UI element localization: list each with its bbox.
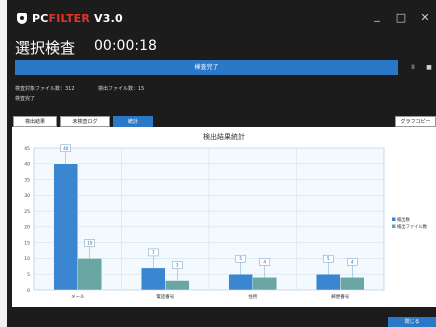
data-label: 4: [351, 259, 354, 264]
legend-swatch: [392, 217, 396, 221]
x-tick-label: メール: [71, 295, 85, 300]
minimize-icon[interactable]: _: [370, 9, 384, 22]
statistics-chart: 検出結果統計051015202530354045メール4010電話番号73住所5…: [24, 132, 428, 300]
bar: [228, 274, 253, 291]
chart-title: 検出結果統計: [203, 132, 245, 141]
bar: [252, 277, 277, 291]
close-icon[interactable]: ✕: [418, 11, 432, 24]
graph-copy-button[interactable]: グラフコピー: [395, 116, 436, 127]
target-file-count: 検査対象ファイル数：312: [15, 86, 75, 92]
y-tick-label: 5: [27, 272, 30, 278]
pause-button[interactable]: II: [404, 60, 422, 75]
title-bar: PCFILTER V3.0 _ □ ✕: [7, 0, 436, 32]
y-tick-label: 10: [24, 256, 30, 262]
legend-label: 検出ファイル数: [397, 223, 428, 230]
tab-unscanned-log[interactable]: 未検査ログ: [60, 116, 110, 127]
scan-status: 検査完了: [15, 96, 36, 102]
y-tick-label: 20: [24, 225, 30, 231]
y-tick-label: 35: [24, 177, 30, 183]
x-tick-label: 郵便番号: [331, 293, 349, 300]
window-edge: [0, 0, 7, 327]
legend-label: 検出数: [397, 216, 411, 223]
app-window: PCFILTER V3.0 _ □ ✕ 選択検査 00:00:18 検査完了 II…: [0, 0, 436, 327]
brand-pc: PC: [32, 12, 49, 25]
page-title: 選択検査: [15, 39, 76, 57]
stop-button[interactable]: ■: [422, 60, 436, 75]
y-tick-label: 0: [27, 288, 30, 294]
data-label: 3: [176, 263, 179, 268]
data-label: 40: [63, 146, 69, 151]
y-tick-label: 15: [24, 240, 30, 246]
close-button[interactable]: 閉じる: [388, 317, 436, 327]
progress-label: 検査完了: [194, 64, 219, 71]
bar: [53, 163, 78, 291]
maximize-icon[interactable]: □: [394, 11, 408, 24]
app-brand: PCFILTER V3.0: [32, 12, 123, 25]
tab-results[interactable]: 検出結果: [13, 116, 57, 127]
scan-progress-bar: 検査完了: [15, 60, 398, 75]
x-tick-label: 住所: [248, 293, 257, 300]
statistics-chart-panel: 検出結果統計 0 5 10 15 20 25 30 35 40 45 メール 40 10 電話番号 7 3 住所 5…: [12, 127, 436, 307]
bar: [141, 267, 166, 291]
legend-swatch: [392, 224, 396, 228]
data-label: 10: [87, 240, 93, 245]
x-tick-label: 電話番号: [156, 293, 174, 300]
tab-statistics[interactable]: 統計: [113, 116, 153, 127]
brand-filter: FILTER: [48, 12, 91, 25]
detected-file-count: 検出ファイル数：15: [98, 86, 145, 92]
y-tick-label: 30: [24, 193, 30, 199]
footer-bar: [7, 307, 436, 327]
shield-logo-icon: [17, 13, 27, 24]
bar: [340, 277, 365, 291]
y-tick-label: 45: [24, 146, 30, 152]
y-tick-label: 25: [24, 209, 30, 215]
data-label: 5: [327, 256, 330, 261]
bar: [316, 274, 341, 291]
y-tick-label: 40: [24, 162, 30, 168]
app-version: V3.0: [94, 12, 123, 25]
elapsed-timer: 00:00:18: [94, 38, 157, 54]
bar: [165, 280, 190, 291]
data-label: 5: [239, 256, 242, 261]
bar: [77, 258, 102, 291]
data-label: 4: [263, 259, 266, 264]
data-label: 7: [152, 250, 155, 255]
